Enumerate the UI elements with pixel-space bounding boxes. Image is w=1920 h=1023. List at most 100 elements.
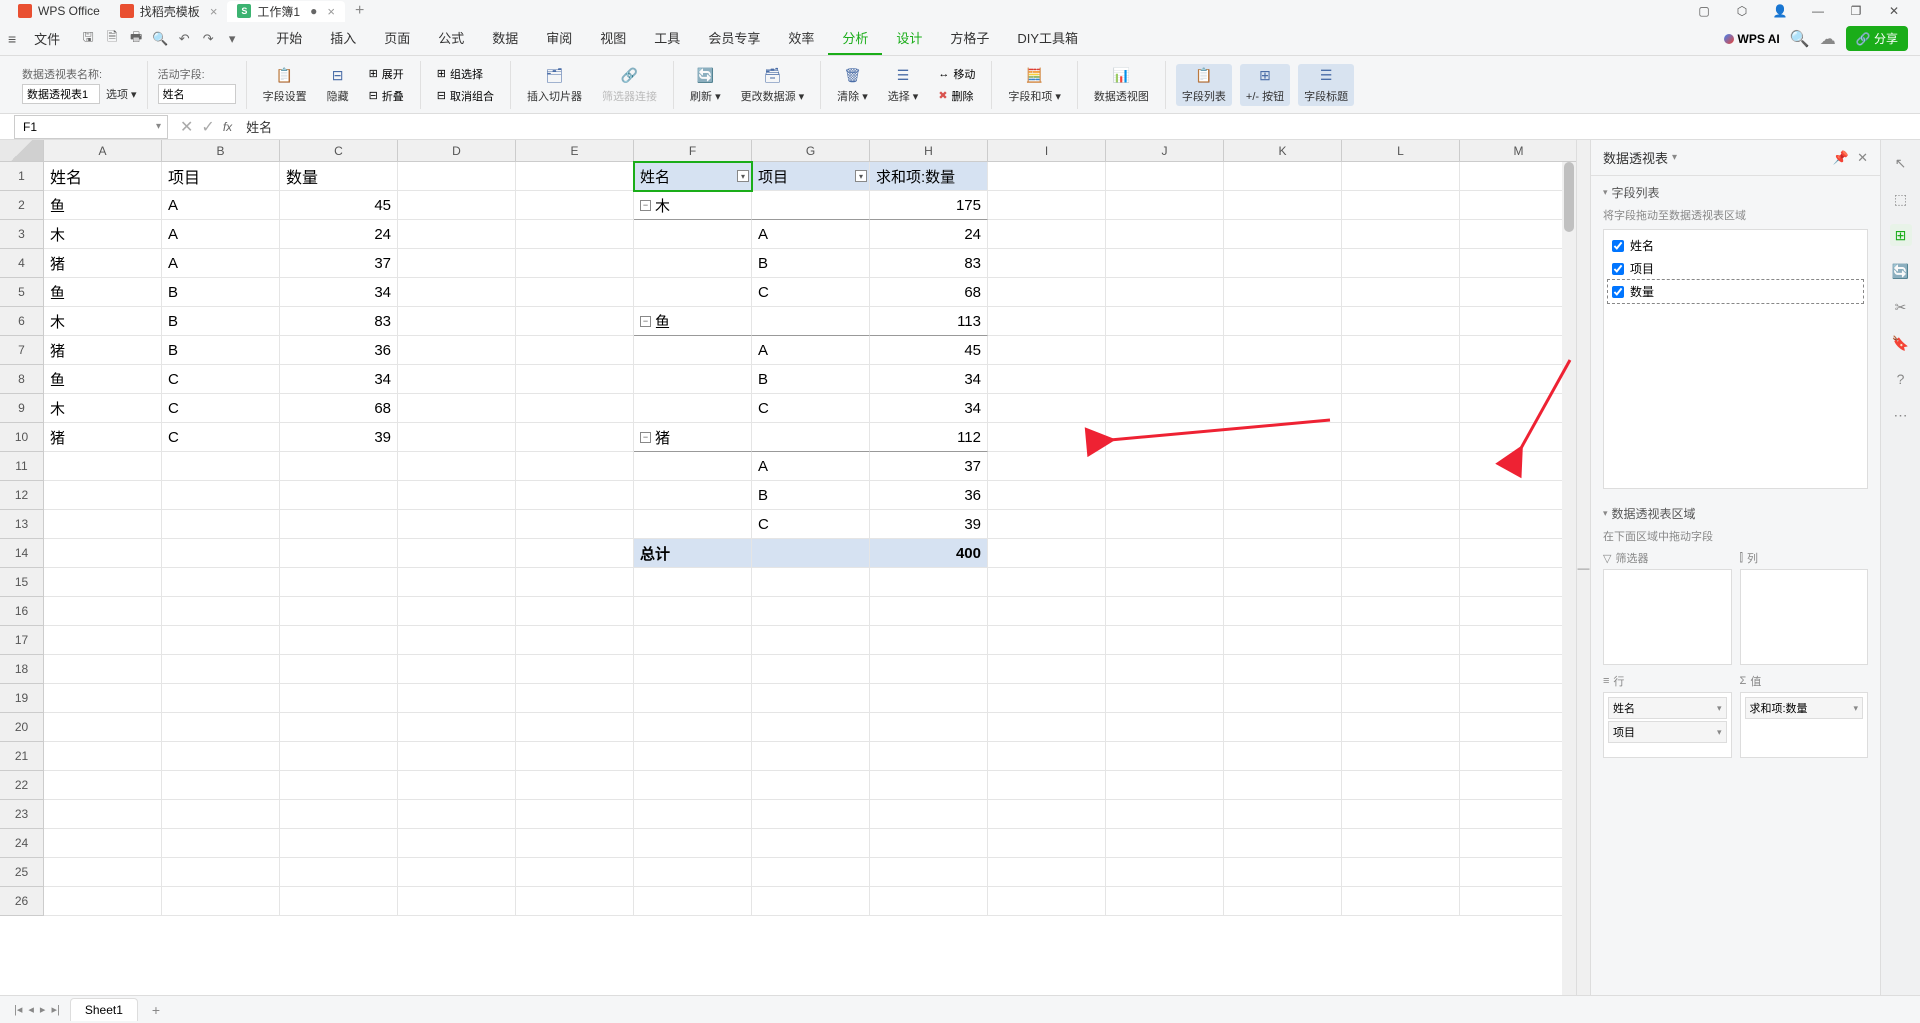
cell[interactable] [516,626,634,655]
cell[interactable] [1460,713,1576,742]
cell[interactable]: C [162,365,280,394]
values-dropzone[interactable]: 求和项:数量▾ [1740,692,1869,758]
cell[interactable] [634,684,752,713]
cell[interactable] [1342,249,1460,278]
row-header-26[interactable]: 26 [0,887,44,916]
pm-buttons-button[interactable]: ⊞+/- 按钮 [1240,64,1290,106]
cell[interactable] [988,191,1106,220]
cell[interactable] [398,568,516,597]
cell[interactable] [634,771,752,800]
cell[interactable] [162,539,280,568]
cell[interactable] [280,452,398,481]
select-all-corner[interactable] [0,140,44,162]
close-icon[interactable]: × [210,4,218,19]
fx-icon[interactable]: fx [223,120,232,134]
cell[interactable] [398,481,516,510]
wps-ai-button[interactable]: WPS AI [1724,32,1780,46]
cell[interactable] [398,655,516,684]
cell[interactable] [1460,858,1576,887]
cell[interactable] [870,684,988,713]
row-pill-name[interactable]: 姓名▾ [1608,697,1727,719]
avatar-icon[interactable]: 👤 [1762,1,1798,21]
cell[interactable]: 39 [870,510,988,539]
cell[interactable] [1342,829,1460,858]
cell[interactable] [870,800,988,829]
row-header-15[interactable]: 15 [0,568,44,597]
cell[interactable] [44,713,162,742]
cell[interactable] [1460,829,1576,858]
cell[interactable] [1342,278,1460,307]
tab-start[interactable]: 开始 [262,22,316,55]
cell[interactable] [162,626,280,655]
cell[interactable] [1224,481,1342,510]
col-header-A[interactable]: A [44,140,162,162]
cell[interactable]: 姓名▾ [634,162,752,191]
cell[interactable] [44,800,162,829]
cell[interactable] [870,626,988,655]
cell[interactable] [988,597,1106,626]
cell[interactable] [634,481,752,510]
cell[interactable] [1460,626,1576,655]
col-header-H[interactable]: H [870,140,988,162]
cell[interactable] [1224,365,1342,394]
cell[interactable] [988,394,1106,423]
cell[interactable] [1460,278,1576,307]
cell[interactable] [634,597,752,626]
cell[interactable] [1342,307,1460,336]
cell[interactable] [280,684,398,713]
cell[interactable] [752,829,870,858]
cell[interactable] [1224,394,1342,423]
cell[interactable]: 姓名 [44,162,162,191]
cell[interactable] [634,336,752,365]
cell[interactable] [516,510,634,539]
more-icon[interactable]: ⋯ [1890,404,1912,426]
cell[interactable] [1342,336,1460,365]
change-source-button[interactable]: 🗃更改数据源 ▾ [735,64,811,106]
cell[interactable]: C [162,423,280,452]
cell[interactable] [870,771,988,800]
cell[interactable] [988,278,1106,307]
cell[interactable] [162,452,280,481]
cell[interactable] [988,887,1106,916]
cell[interactable] [988,307,1106,336]
cell[interactable] [1460,568,1576,597]
cell[interactable] [1106,336,1224,365]
col-header-B[interactable]: B [162,140,280,162]
cell[interactable] [1106,452,1224,481]
cell[interactable]: 木 [44,220,162,249]
prev-sheet-icon[interactable]: ◂ [26,1003,36,1016]
cell[interactable] [44,539,162,568]
cell[interactable] [634,829,752,858]
cell[interactable] [516,220,634,249]
cell[interactable] [1460,220,1576,249]
cell[interactable] [988,336,1106,365]
preview-icon[interactable]: 🔍 [150,29,170,49]
formula-input[interactable]: 姓名 [240,117,272,136]
cell[interactable] [280,539,398,568]
cell[interactable]: 68 [280,394,398,423]
cell[interactable] [398,742,516,771]
cell[interactable] [162,481,280,510]
cell[interactable] [1460,365,1576,394]
col-header-L[interactable]: L [1342,140,1460,162]
col-header-I[interactable]: I [988,140,1106,162]
cell[interactable] [1224,278,1342,307]
cell[interactable] [1106,655,1224,684]
cell[interactable]: 猪 [44,336,162,365]
cell[interactable] [988,423,1106,452]
cell[interactable] [1342,800,1460,829]
cell[interactable] [1224,336,1342,365]
row-header-16[interactable]: 16 [0,597,44,626]
cell[interactable] [280,771,398,800]
cell[interactable] [634,249,752,278]
cell[interactable]: 39 [280,423,398,452]
cell[interactable]: 数量 [280,162,398,191]
options-button[interactable]: 选项 ▾ [106,86,137,102]
cell[interactable] [1342,423,1460,452]
cell[interactable] [870,713,988,742]
cell[interactable] [516,191,634,220]
cell[interactable] [1342,597,1460,626]
grid-area[interactable]: ABCDEFGHIJKLM 12345678910111213141516171… [0,140,1576,995]
col-header-F[interactable]: F [634,140,752,162]
cell[interactable] [280,800,398,829]
